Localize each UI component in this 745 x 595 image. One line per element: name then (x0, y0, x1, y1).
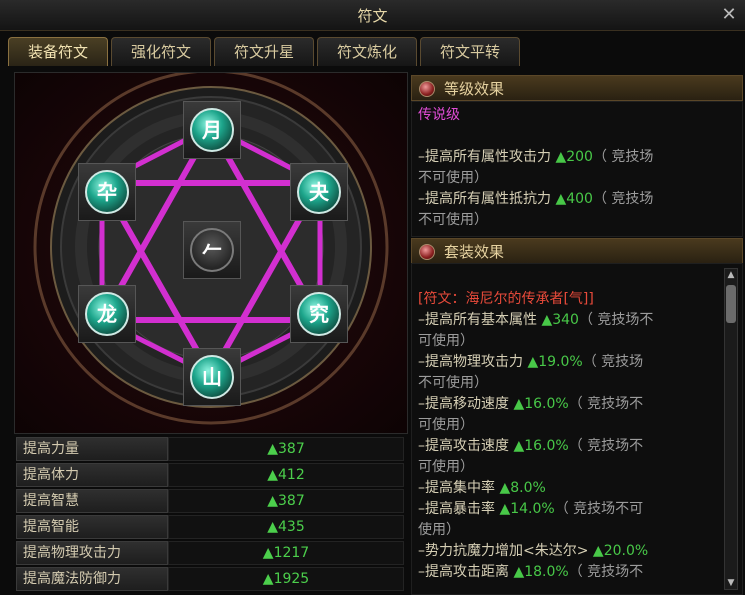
tab-equip-rune[interactable]: 装备符文 (8, 37, 108, 66)
stat-table: 提高力量 ▲387 提高体力 ▲412 提高智慧 ▲387 提高智能 ▲435 … (14, 436, 406, 592)
red-orb-icon (419, 244, 435, 260)
stat-value: ▲435 (168, 515, 404, 539)
stat-name: 提高智能 (16, 515, 168, 539)
rune-gem-icon: 山 (190, 355, 234, 399)
rune-slot-lower-right[interactable]: 究 (290, 285, 348, 343)
rune-slot-lower-left[interactable]: 龙 (78, 285, 136, 343)
rune-slot-bottom[interactable]: 山 (183, 348, 241, 406)
stat-value: ▲1925 (168, 567, 404, 591)
stat-row: 提高物理攻击力 ▲1217 (14, 540, 406, 566)
stat-row: 提高智慧 ▲387 (14, 488, 406, 514)
effect-line: –势力抗魔力增加<朱达尔> ▲20.0% (418, 543, 649, 559)
tab-rune-refine[interactable]: 符文炼化 (317, 37, 417, 66)
effect-line: 使用） (418, 522, 460, 538)
stat-row: 提高魔法防御力 ▲1925 (14, 566, 406, 592)
rune-gem-icon: 究 (297, 292, 341, 336)
rune-slot-upper-left[interactable]: 卆 (78, 163, 136, 221)
effect-line: –提高暴击率 ▲14.0%（ 竞技场不可 (418, 501, 644, 517)
stat-row: 提高力量 ▲387 (14, 436, 406, 462)
stat-value: ▲387 (168, 489, 404, 513)
effect-line: –提高物理攻击力 ▲19.0%（ 竞技场 (418, 354, 644, 370)
tab-enhance-rune[interactable]: 强化符文 (111, 37, 211, 66)
grade-effect-title: 等级效果 (444, 80, 505, 98)
effect-line: –提高集中率 ▲8.0% (418, 480, 546, 496)
stat-value: ▲1217 (168, 541, 404, 565)
rune-slot-upper-right[interactable]: 夬 (290, 163, 348, 221)
stat-value: ▲412 (168, 463, 404, 487)
grade-effect-content: 传说级 –提高所有属性攻击力 ▲200（ 竞技场 不可使用） –提高所有属性抵抗… (411, 101, 743, 237)
stat-name: 提高力量 (16, 437, 168, 461)
stat-row: 提高智能 ▲435 (14, 514, 406, 540)
stat-name: 提高智慧 (16, 489, 168, 513)
set-effect-title: 套装效果 (444, 243, 505, 261)
rune-gem-icon: 龙 (85, 292, 129, 336)
stat-value: ▲387 (168, 437, 404, 461)
scrollbar[interactable]: ▲ ▼ (724, 268, 738, 590)
set-name: [符文：海尼尔的传承者[气]] (418, 291, 594, 307)
tab-rune-transfer[interactable]: 符文平转 (420, 37, 520, 66)
effect-line: –提高所有基本属性 ▲340（ 竞技场不 (418, 312, 654, 328)
rune-gem-icon: 夬 (297, 170, 341, 214)
effect-line: 可使用） (418, 459, 474, 475)
close-icon[interactable]: ✕ (719, 5, 739, 25)
set-effect-content: [符文：海尼尔的传承者[气]] –提高所有基本属性 ▲340（ 竞技场不 可使用… (411, 263, 743, 595)
effect-line: –提高攻击距离 ▲18.0%（ 竞技场不 (418, 564, 644, 580)
effect-line: –提高攻击速度 ▲16.0%（ 竞技场不 (418, 438, 644, 454)
set-effect-header: 套装效果 (411, 238, 743, 264)
effect-line: 不可使用） (418, 170, 488, 186)
rune-gem-icon: 卆 (85, 170, 129, 214)
rune-gem-icon: 𠂉 (190, 228, 234, 272)
grade-label: 传说级 (418, 107, 460, 123)
effect-line: 不可使用） (418, 375, 488, 391)
stat-name: 提高物理攻击力 (16, 541, 168, 565)
tab-rune-star-up[interactable]: 符文升星 (214, 37, 314, 66)
effect-line: 不可使用） (418, 212, 488, 228)
rune-circle-panel: 月 卆 夬 𠂉 龙 究 山 (14, 72, 408, 434)
title-bar: 符文 ✕ (0, 0, 745, 31)
rune-gem-icon: 月 (190, 108, 234, 152)
rune-slot-center[interactable]: 𠂉 (183, 221, 241, 279)
grade-effect-header: 等级效果 (411, 75, 743, 101)
effect-line: –提高移动速度 ▲16.0%（ 竞技场不 (418, 396, 644, 412)
stat-name: 提高体力 (16, 463, 168, 487)
effect-line: –提高所有属性抵抗力 ▲400（ 竞技场 (418, 191, 654, 207)
window-title: 符文 (357, 7, 388, 25)
effect-line: –提高所有属性攻击力 ▲200（ 竞技场 (418, 149, 654, 165)
stat-row: 提高体力 ▲412 (14, 462, 406, 488)
effect-line: 可使用） (418, 333, 474, 349)
scroll-thumb[interactable] (726, 285, 736, 323)
red-orb-icon (419, 81, 435, 97)
scroll-down-icon[interactable]: ▼ (725, 577, 737, 589)
rune-slot-top[interactable]: 月 (183, 101, 241, 159)
scroll-up-icon[interactable]: ▲ (725, 269, 737, 281)
stat-name: 提高魔法防御力 (16, 567, 168, 591)
effect-line: 可使用） (418, 417, 474, 433)
